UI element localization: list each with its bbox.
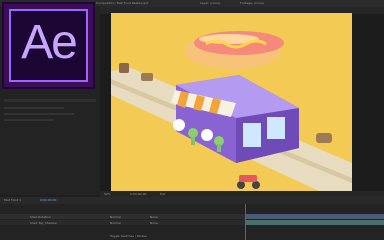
- layer-duration-bar[interactable]: [245, 220, 384, 225]
- timeline-tab[interactable]: Fast Food 1: [4, 198, 21, 202]
- layer-mode[interactable]: Normal: [110, 221, 121, 225]
- layer-row[interactable]: Shell Rotation Normal None: [0, 214, 245, 219]
- layer-duration-bar[interactable]: [245, 214, 384, 219]
- project-row[interactable]: [4, 107, 64, 109]
- tab-footage[interactable]: Footage: (none): [240, 1, 264, 5]
- resolution-dropdown[interactable]: Full: [160, 192, 165, 196]
- timeline-panel: Shell Rotation Normal None Shell Top_Sha…: [0, 204, 384, 240]
- layer-parent[interactable]: None: [150, 221, 158, 225]
- project-row[interactable]: [4, 113, 74, 115]
- layer-mode[interactable]: Normal: [110, 215, 121, 219]
- logo-text: Ae: [21, 16, 78, 69]
- composition-canvas[interactable]: [111, 13, 352, 192]
- after-effects-logo: Ae: [2, 2, 95, 89]
- timeline-header: Fast Food 1 0;00;00;00: [0, 197, 384, 204]
- timeline-timecode[interactable]: 0;00;00;00: [40, 198, 56, 202]
- current-time-display[interactable]: 0;00;00;00: [130, 192, 146, 196]
- playhead[interactable]: [245, 204, 246, 240]
- zoom-dropdown[interactable]: 50%: [104, 192, 111, 196]
- layer-name: Shell Rotation: [30, 215, 51, 219]
- layer-name: Shell Top_Shadow: [30, 221, 57, 225]
- tab-composition[interactable]: Composition: Fast Food Restaurant: [96, 1, 148, 5]
- toggle-switches-modes[interactable]: Toggle Switches / Modes: [110, 234, 147, 238]
- tab-layer[interactable]: Layer: (none): [200, 1, 220, 5]
- project-search[interactable]: [4, 99, 96, 102]
- layer-parent[interactable]: None: [150, 215, 158, 219]
- restaurant-illustration: [111, 31, 352, 192]
- layer-row[interactable]: Shell Top_Shadow Normal None: [0, 220, 245, 225]
- project-row[interactable]: [4, 119, 54, 121]
